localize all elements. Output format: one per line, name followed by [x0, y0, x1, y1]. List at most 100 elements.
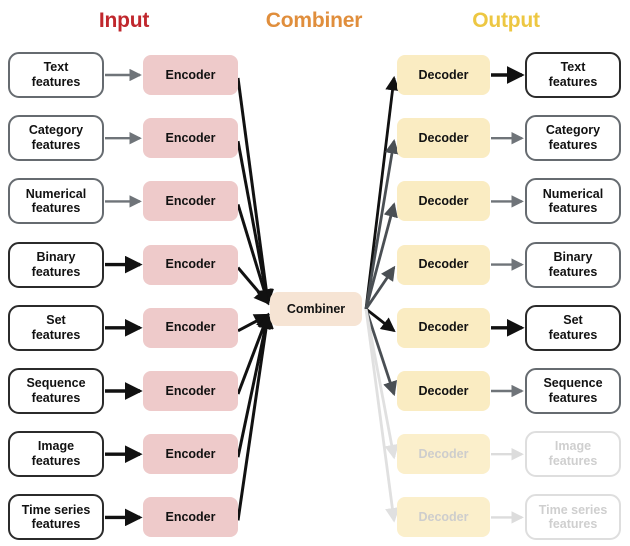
combiner-label: Combiner [286, 301, 346, 316]
node-text: Binary features [549, 250, 598, 280]
node-label-line-1: Encoder [165, 67, 216, 82]
node-label-line-2: features [548, 138, 598, 153]
node-text: Category features [546, 123, 600, 153]
node-label-line-1: Encoder [165, 130, 216, 145]
encoder-box-1[interactable]: Encoder [143, 118, 238, 159]
node-label-line-1: Image [37, 439, 75, 454]
node-text: Encoder [165, 194, 215, 209]
node-text: Encoder [165, 510, 215, 525]
node-text: Encoder [165, 320, 215, 335]
node-label-line-1: Decoder [418, 67, 469, 82]
node-label-line-1: Decoder [418, 130, 469, 145]
node-label-line-1: Encoder [165, 383, 216, 398]
output-feature-box-7[interactable]: Time series features [525, 494, 621, 541]
node-text: Decoder [418, 320, 468, 335]
node-text: Encoder [165, 384, 215, 399]
node-text: Decoder [418, 510, 468, 525]
node-text: Category features [29, 123, 83, 153]
node-text: Set features [549, 313, 598, 343]
node-text: Time series features [22, 503, 91, 533]
output-feature-box-4[interactable]: Set features [525, 304, 621, 351]
node-label-line-1: Encoder [165, 257, 216, 272]
node-label-line-1: Text [560, 60, 586, 75]
node-text: Decoder [418, 194, 468, 209]
node-label-line-1: Time series [21, 502, 91, 517]
encoder-box-6[interactable]: Encoder [143, 434, 238, 475]
node-label-line-1: Decoder [418, 446, 469, 461]
node-text: Binary features [32, 250, 81, 280]
node-label-line-1: Encoder [165, 446, 216, 461]
node-label-line-1: Category [545, 123, 601, 138]
node-text: Encoder [165, 257, 215, 272]
node-text: Decoder [418, 384, 468, 399]
encoder-box-7[interactable]: Encoder [143, 497, 238, 538]
node-label-line-1: Encoder [165, 194, 216, 209]
node-text: Encoder [165, 447, 215, 462]
node-text: Time series features [539, 503, 608, 533]
encoder-box-0[interactable]: Encoder [143, 55, 238, 95]
node-label-line-1: Encoder [165, 510, 216, 525]
input-feature-box-1[interactable]: Category features [8, 115, 104, 162]
node-label-line-2: features [548, 264, 598, 279]
connector-line [236, 77, 274, 306]
node-text: Image features [549, 439, 598, 469]
node-text: Decoder [418, 257, 468, 272]
output-feature-box-0[interactable]: Text features [525, 52, 621, 98]
input-feature-box-0[interactable]: Text features [8, 52, 104, 98]
decoder-box-7[interactable]: Decoder [397, 497, 490, 538]
node-text: Numerical features [26, 187, 86, 217]
node-text: Decoder [418, 68, 468, 83]
encoder-box-3[interactable]: Encoder [143, 244, 238, 285]
output-feature-box-3[interactable]: Binary features [525, 241, 621, 288]
node-text: Text features [32, 60, 81, 90]
output-feature-box-2[interactable]: Numerical features [525, 178, 621, 225]
decoder-box-0[interactable]: Decoder [397, 55, 490, 95]
node-label-line-2: features [548, 75, 598, 89]
node-label-line-1: Binary [553, 249, 593, 264]
encoder-box-4[interactable]: Encoder [143, 307, 238, 348]
decoder-box-1[interactable]: Decoder [397, 118, 490, 159]
input-feature-box-7[interactable]: Time series features [8, 494, 104, 541]
input-feature-box-6[interactable]: Image features [8, 431, 104, 478]
node-label-line-1: Decoder [418, 320, 469, 335]
node-text: Numerical features [543, 187, 603, 217]
decoder-box-4[interactable]: Decoder [397, 307, 490, 348]
encoder-box-2[interactable]: Encoder [143, 181, 238, 222]
node-label-line-1: Decoder [418, 383, 469, 398]
output-feature-box-5[interactable]: Sequence features [525, 368, 621, 414]
node-label-line-2: features [31, 138, 81, 153]
node-label-line-2: features [31, 75, 81, 89]
node-text: Sequence features [543, 376, 602, 406]
node-label-line-2: features [548, 327, 598, 342]
decoder-box-6[interactable]: Decoder [397, 434, 490, 475]
node-label-line-1: Decoder [418, 257, 469, 272]
decoder-box-3[interactable]: Decoder [397, 244, 490, 285]
input-feature-box-3[interactable]: Binary features [8, 241, 104, 288]
node-text: Decoder [418, 447, 468, 462]
node-text: Encoder [165, 68, 215, 83]
input-feature-box-2[interactable]: Numerical features [8, 178, 104, 225]
output-feature-box-6[interactable]: Image features [525, 431, 621, 478]
node-label-line-1: Numerical [25, 186, 87, 201]
node-label-line-1: Decoder [418, 194, 469, 209]
node-label-line-1: Set [563, 313, 583, 328]
combiner-box[interactable]: Combiner [270, 292, 362, 326]
node-label-line-1: Time series [538, 502, 608, 517]
decoder-box-2[interactable]: Decoder [397, 181, 490, 222]
node-text: Image features [32, 439, 81, 469]
encoder-box-5[interactable]: Encoder [143, 371, 238, 411]
node-label-line-2: features [548, 391, 598, 405]
connector-line [364, 308, 400, 523]
decoder-box-5[interactable]: Decoder [397, 371, 490, 411]
node-text: Set features [32, 313, 81, 343]
input-feature-box-5[interactable]: Sequence features [8, 368, 104, 414]
node-label-line-2: features [31, 327, 81, 342]
input-feature-box-4[interactable]: Set features [8, 304, 104, 351]
node-text: Encoder [165, 131, 215, 146]
connector-line [236, 312, 274, 521]
node-label-line-1: Category [28, 123, 84, 138]
node-label-line-1: Image [554, 439, 592, 454]
node-text: Sequence features [26, 376, 85, 406]
node-label-line-1: Numerical [542, 186, 604, 201]
output-feature-box-1[interactable]: Category features [525, 115, 621, 162]
